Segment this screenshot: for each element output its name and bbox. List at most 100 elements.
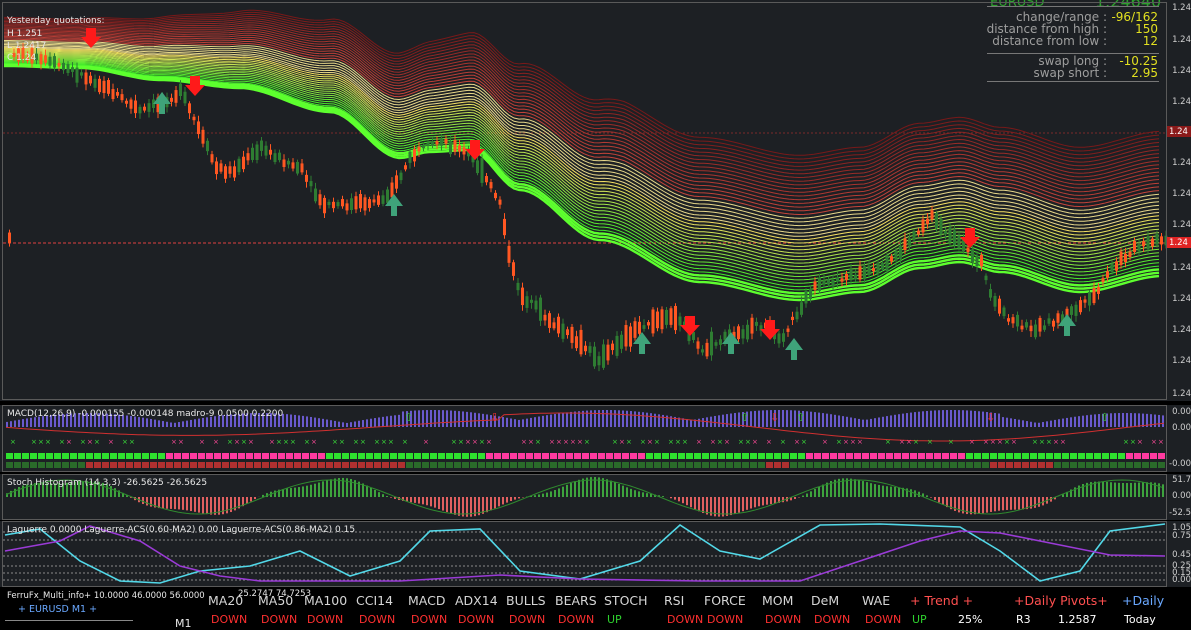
macd-x-marker: ×	[927, 438, 933, 446]
price-axis-label: 1.24	[1172, 264, 1191, 273]
macd-color-block	[1094, 462, 1101, 468]
candle	[314, 189, 317, 202]
candle	[989, 289, 992, 298]
macd-x-marker: ×	[311, 438, 317, 446]
macd-color-block	[958, 462, 965, 468]
stoch-histogram-bar	[898, 487, 900, 497]
stoch-histogram-bar	[986, 497, 988, 513]
stoch-histogram-bar	[490, 497, 492, 510]
price-chart-canvas[interactable]	[0, 0, 1191, 401]
stoch-histogram-bar	[634, 490, 636, 497]
candle	[818, 278, 821, 291]
macd-histogram-bar	[606, 410, 608, 427]
macd-histogram-bar	[898, 414, 900, 427]
macd-histogram-bar	[150, 419, 152, 427]
candle	[1106, 271, 1109, 278]
price-axis-label: 1.24	[1172, 357, 1191, 366]
indicator-signal: DOWN	[261, 614, 297, 625]
stoch-histogram-bar	[574, 481, 576, 497]
macd-color-block	[534, 462, 541, 468]
macd-histogram-bar	[170, 422, 172, 427]
macd-up-arrow-icon: ⇧	[404, 411, 413, 424]
candle	[602, 344, 605, 367]
macd-color-block	[246, 453, 253, 459]
macd-x-marker: ×	[290, 438, 296, 446]
candle	[809, 289, 812, 299]
stoch-axis-mid: 0.00	[1172, 492, 1191, 501]
macd-x-marker: ×	[913, 438, 919, 446]
stoch-histogram-bar	[646, 493, 648, 497]
candle	[143, 107, 146, 111]
candle	[787, 329, 790, 332]
macd-histogram-bar	[362, 420, 364, 427]
macd-color-block	[358, 462, 365, 468]
indicator-signal: UP	[607, 614, 622, 625]
macd-color-block	[190, 453, 197, 459]
main-chart-pane[interactable]: Yesterday quotations: H 1.251 L 1.2417 C…	[0, 0, 1191, 401]
candle	[458, 145, 461, 151]
candle	[1124, 254, 1127, 262]
stoch-histogram-bar	[570, 483, 572, 497]
macd-histogram-bar	[650, 413, 652, 427]
macd-histogram-bar	[1006, 418, 1008, 427]
stoch-histogram-bar	[114, 488, 116, 497]
candle	[211, 154, 214, 162]
macd-color-block	[974, 453, 981, 459]
macd-color-block	[1030, 462, 1037, 468]
macd-color-block	[62, 462, 69, 468]
macd-pane[interactable]: ××××××××××××××××××××××××××××××××××××××××…	[0, 405, 1191, 472]
macd-x-marker: ×	[885, 438, 891, 446]
macd-color-block	[950, 462, 957, 468]
macd-x-marker: ×	[1158, 438, 1164, 446]
macd-color-block	[94, 453, 101, 459]
stats-divider-3	[987, 81, 1159, 82]
candle	[782, 333, 785, 342]
stoch-histogram-bar	[810, 491, 812, 497]
macd-histogram-bar	[574, 412, 576, 427]
macd-color-block	[1102, 462, 1109, 468]
stoch-axis-bottom: -52.5	[1169, 509, 1191, 518]
stoch-histogram-bar	[910, 489, 912, 497]
candle	[62, 63, 65, 70]
candle	[395, 175, 398, 188]
stoch-pane[interactable]: Stoch Histogram (14,3,3) -26.5625 -26.56…	[0, 474, 1191, 520]
macd-color-block	[270, 453, 277, 459]
candle	[598, 356, 601, 365]
stoch-histogram-bar	[430, 497, 432, 506]
macd-histogram-bar	[1162, 415, 1164, 427]
stoch-histogram-bar	[694, 497, 696, 509]
macd-histogram-bar	[554, 414, 556, 427]
macd-color-block	[822, 453, 829, 459]
candle	[125, 101, 128, 104]
macd-color-block	[750, 453, 757, 459]
macd-color-block	[6, 453, 13, 459]
macd-histogram-bar	[1038, 423, 1040, 427]
macd-color-block	[206, 462, 213, 468]
macd-color-block	[374, 462, 381, 468]
macd-x-marker: ×	[59, 438, 65, 446]
macd-color-block	[718, 462, 725, 468]
laguerre-axis-label: 0.45	[1172, 551, 1191, 560]
candle	[994, 296, 997, 307]
price-axis-label: 1.24	[1172, 4, 1191, 13]
macd-color-block	[870, 462, 877, 468]
macd-color-block	[302, 462, 309, 468]
macd-color-block	[774, 453, 781, 459]
stoch-histogram-bar	[1122, 483, 1124, 497]
macd-histogram-bar	[422, 410, 424, 427]
stoch-histogram-bar	[750, 497, 752, 509]
macd-color-block	[102, 453, 109, 459]
macd-x-marker: ×	[535, 438, 541, 446]
macd-x-marker: ×	[647, 438, 653, 446]
macd-color-block	[30, 462, 37, 468]
stoch-histogram-bar	[186, 497, 188, 510]
candle	[409, 152, 412, 163]
macd-color-block	[390, 453, 397, 459]
macd-color-block	[166, 453, 173, 459]
macd-histogram-bar	[818, 413, 820, 427]
laguerre-pane[interactable]: Laguerre 0.0000 Laguerre-ACS(0.60-MA2) 0…	[0, 521, 1191, 587]
macd-histogram-bar	[298, 415, 300, 427]
candle	[562, 324, 565, 339]
macd-histogram-bar	[602, 410, 604, 427]
macd-color-block	[646, 453, 653, 459]
